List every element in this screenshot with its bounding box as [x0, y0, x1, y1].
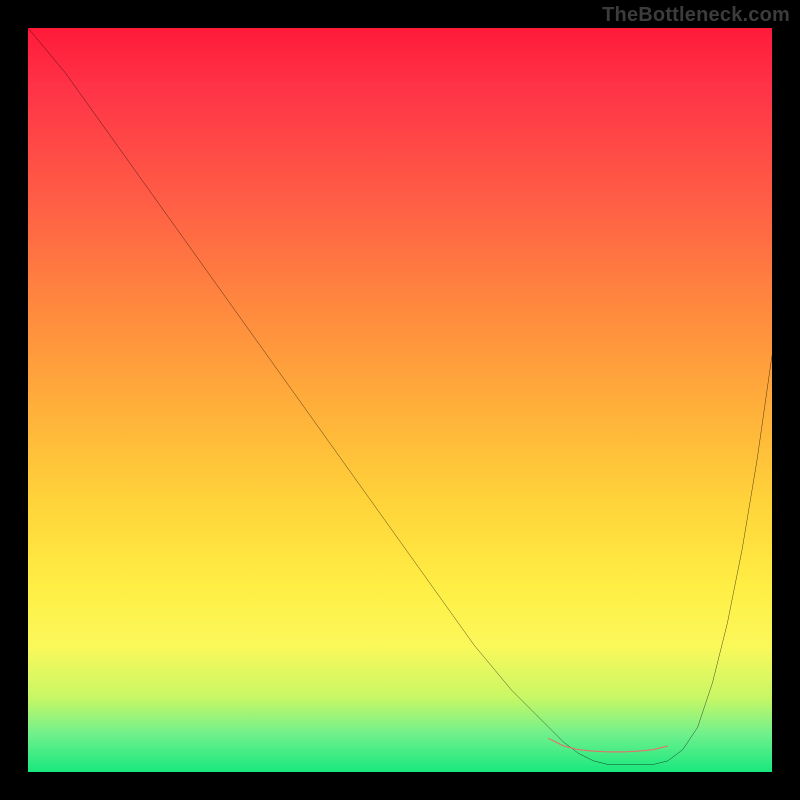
plot-area: [28, 28, 772, 772]
bottleneck-flat-band-path: [549, 739, 668, 752]
chart-frame: TheBottleneck.com: [0, 0, 800, 800]
bottleneck-curve-path: [28, 28, 772, 765]
watermark-text: TheBottleneck.com: [602, 4, 790, 27]
chart-svg-layer: [28, 28, 772, 772]
